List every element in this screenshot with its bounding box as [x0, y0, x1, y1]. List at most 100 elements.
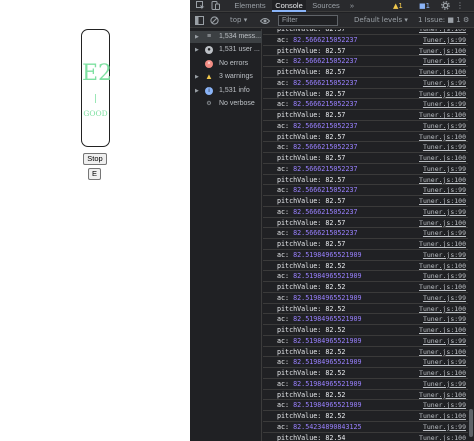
log-source-link[interactable]: Tuner.js:100	[419, 239, 466, 249]
log-row: ac: 82.51984965521909 Tuner.js:99	[263, 293, 468, 304]
log-prefix: pitchValue:	[277, 433, 326, 441]
tab-sources[interactable]: Sources	[309, 0, 343, 12]
log-message: ac: 82.51984965521909	[277, 314, 362, 324]
tab-elements[interactable]: Elements	[230, 0, 270, 12]
sidebar-item-verbose[interactable]: ⚙ No verbose	[190, 98, 262, 110]
log-source-link[interactable]: Tuner.js:100	[419, 368, 466, 378]
log-row: ac: 82.5666215052237 Tuner.js:99	[263, 121, 468, 132]
log-source-link[interactable]: Tuner.js:100	[419, 67, 466, 77]
log-source-link[interactable]: Tuner.js:99	[423, 185, 466, 195]
log-source-link[interactable]: Tuner.js:99	[423, 78, 466, 88]
log-source-link[interactable]: Tuner.js:100	[419, 175, 466, 185]
log-source-link[interactable]: Tuner.js:100	[419, 304, 466, 314]
log-value: 82.52	[325, 347, 346, 356]
scrollbar-thumb[interactable]	[469, 409, 473, 437]
eye-icon[interactable]	[259, 15, 271, 26]
issues-button[interactable]: 1 Issue: ■ 1	[418, 15, 461, 26]
issue-count-badge[interactable]: ■1	[419, 1, 430, 11]
log-prefix: ac:	[277, 57, 294, 66]
log-source-link[interactable]: Tuner.js:100	[419, 89, 466, 99]
gear-icon[interactable]	[440, 1, 450, 11]
warning-count-badge[interactable]: ▲1	[393, 1, 403, 11]
log-source-link[interactable]: Tuner.js:99	[423, 207, 466, 217]
log-source-link[interactable]: Tuner.js:99	[423, 121, 466, 131]
log-source-link[interactable]: Tuner.js:100	[419, 29, 466, 34]
log-value: 82.51984965521909	[293, 401, 362, 410]
log-source-link[interactable]: Tuner.js:100	[419, 153, 466, 163]
sidebar-item-user-messages[interactable]: ▶ ● 1,531 user ...	[190, 44, 262, 56]
log-row: ac: 82.5666215052237 Tuner.js:99	[263, 142, 468, 153]
log-levels-dropdown[interactable]: Default levels ▾	[354, 15, 408, 26]
tuner-page: E2 | GOOD Stop E	[0, 0, 190, 441]
log-value: 82.57	[325, 89, 346, 98]
log-message: pitchValue: 82.57	[277, 218, 345, 228]
log-source-link[interactable]: Tuner.js:100	[419, 132, 466, 142]
log-message: ac: 82.5666215052237	[277, 121, 358, 131]
console-scrollbar[interactable]	[468, 29, 474, 441]
more-tabs-button[interactable]: »	[346, 0, 358, 12]
tab-console[interactable]: Console	[272, 0, 306, 12]
log-row: pitchValue: 82.57 Tuner.js:100	[263, 218, 468, 229]
log-source-link[interactable]: Tuner.js:99	[423, 422, 466, 432]
log-message: ac: 82.5666215052237	[277, 99, 358, 109]
log-source-link[interactable]: Tuner.js:100	[419, 196, 466, 206]
log-source-link[interactable]: Tuner.js:99	[423, 99, 466, 109]
more-options-icon[interactable]: ⋮	[456, 1, 464, 11]
log-source-link[interactable]: Tuner.js:100	[419, 433, 466, 441]
log-row: ac: 82.51984965521909 Tuner.js:99	[263, 250, 468, 261]
log-message: ac: 82.51984965521909	[277, 250, 362, 260]
log-row: ac: 82.5666215052237 Tuner.js:99	[263, 78, 468, 89]
note-name: E2	[82, 61, 113, 86]
log-message: ac: 82.5666215052237	[277, 164, 358, 174]
log-source-link[interactable]: Tuner.js:100	[419, 282, 466, 292]
log-row: pitchValue: 82.57 Tuner.js:100	[263, 196, 468, 207]
log-source-link[interactable]: Tuner.js:99	[423, 250, 466, 260]
log-source-link[interactable]: Tuner.js:100	[419, 110, 466, 120]
log-source-link[interactable]: Tuner.js:99	[423, 336, 466, 346]
log-source-link[interactable]: Tuner.js:100	[419, 325, 466, 335]
log-prefix: ac:	[277, 35, 294, 44]
context-selector[interactable]: top ▾	[230, 15, 247, 26]
log-source-link[interactable]: Tuner.js:100	[419, 411, 466, 421]
log-source-link[interactable]: Tuner.js:99	[423, 293, 466, 303]
log-row: pitchValue: 82.52 Tuner.js:100	[263, 282, 468, 293]
log-source-link[interactable]: Tuner.js:99	[423, 379, 466, 389]
log-source-link[interactable]: Tuner.js:99	[423, 314, 466, 324]
device-toolbar-icon[interactable]	[210, 1, 220, 11]
sidebar-item-info[interactable]: ▶ i 1,531 info	[190, 85, 262, 97]
log-prefix: pitchValue:	[277, 412, 326, 420]
log-source-link[interactable]: Tuner.js:99	[423, 164, 466, 174]
log-value: 82.57	[325, 175, 346, 184]
log-source-link[interactable]: Tuner.js:100	[419, 347, 466, 357]
log-value: 82.57	[325, 240, 346, 248]
log-source-link[interactable]: Tuner.js:99	[423, 228, 466, 238]
sidebar-item-warnings[interactable]: ▶ ▲ 3 warnings	[190, 71, 262, 83]
log-source-link[interactable]: Tuner.js:99	[423, 400, 466, 410]
log-source-link[interactable]: Tuner.js:100	[419, 218, 466, 228]
log-source-link[interactable]: Tuner.js:100	[419, 390, 466, 400]
sidebar-item-label: 1,534 mess...	[219, 33, 262, 40]
clear-console-icon[interactable]	[210, 15, 219, 26]
log-source-link[interactable]: Tuner.js:100	[419, 261, 466, 271]
log-source-link[interactable]: Tuner.js:99	[423, 357, 466, 367]
stop-button[interactable]: Stop	[83, 153, 107, 165]
log-value: 82.51984965521909	[293, 293, 362, 302]
sidebar-item-messages[interactable]: ▶ ≡ 1,534 mess...	[190, 31, 262, 43]
log-value: 82.5666215052237	[293, 57, 358, 66]
log-row: pitchValue: 82.57 Tuner.js:100	[263, 153, 468, 164]
log-source-link[interactable]: Tuner.js:99	[423, 271, 466, 281]
console-settings-gear-icon[interactable]: ⚙	[463, 15, 469, 26]
filter-input[interactable]: Filter	[278, 15, 338, 26]
sidebar-toggle-icon[interactable]	[195, 15, 204, 26]
log-source-link[interactable]: Tuner.js:99	[423, 35, 466, 45]
log-source-link[interactable]: Tuner.js:99	[423, 56, 466, 66]
log-source-link[interactable]: Tuner.js:99	[423, 142, 466, 152]
log-prefix: pitchValue:	[277, 89, 326, 98]
log-message: pitchValue: 82.54	[277, 433, 345, 441]
inspect-element-icon[interactable]	[195, 1, 205, 11]
log-message: ac: 82.5666215052237	[277, 228, 358, 238]
string-e-button[interactable]: E	[88, 168, 101, 180]
log-row: ac: 82.5666215052237 Tuner.js:99	[263, 56, 468, 67]
sidebar-item-errors[interactable]: × No errors	[190, 58, 262, 70]
log-source-link[interactable]: Tuner.js:100	[419, 46, 466, 56]
